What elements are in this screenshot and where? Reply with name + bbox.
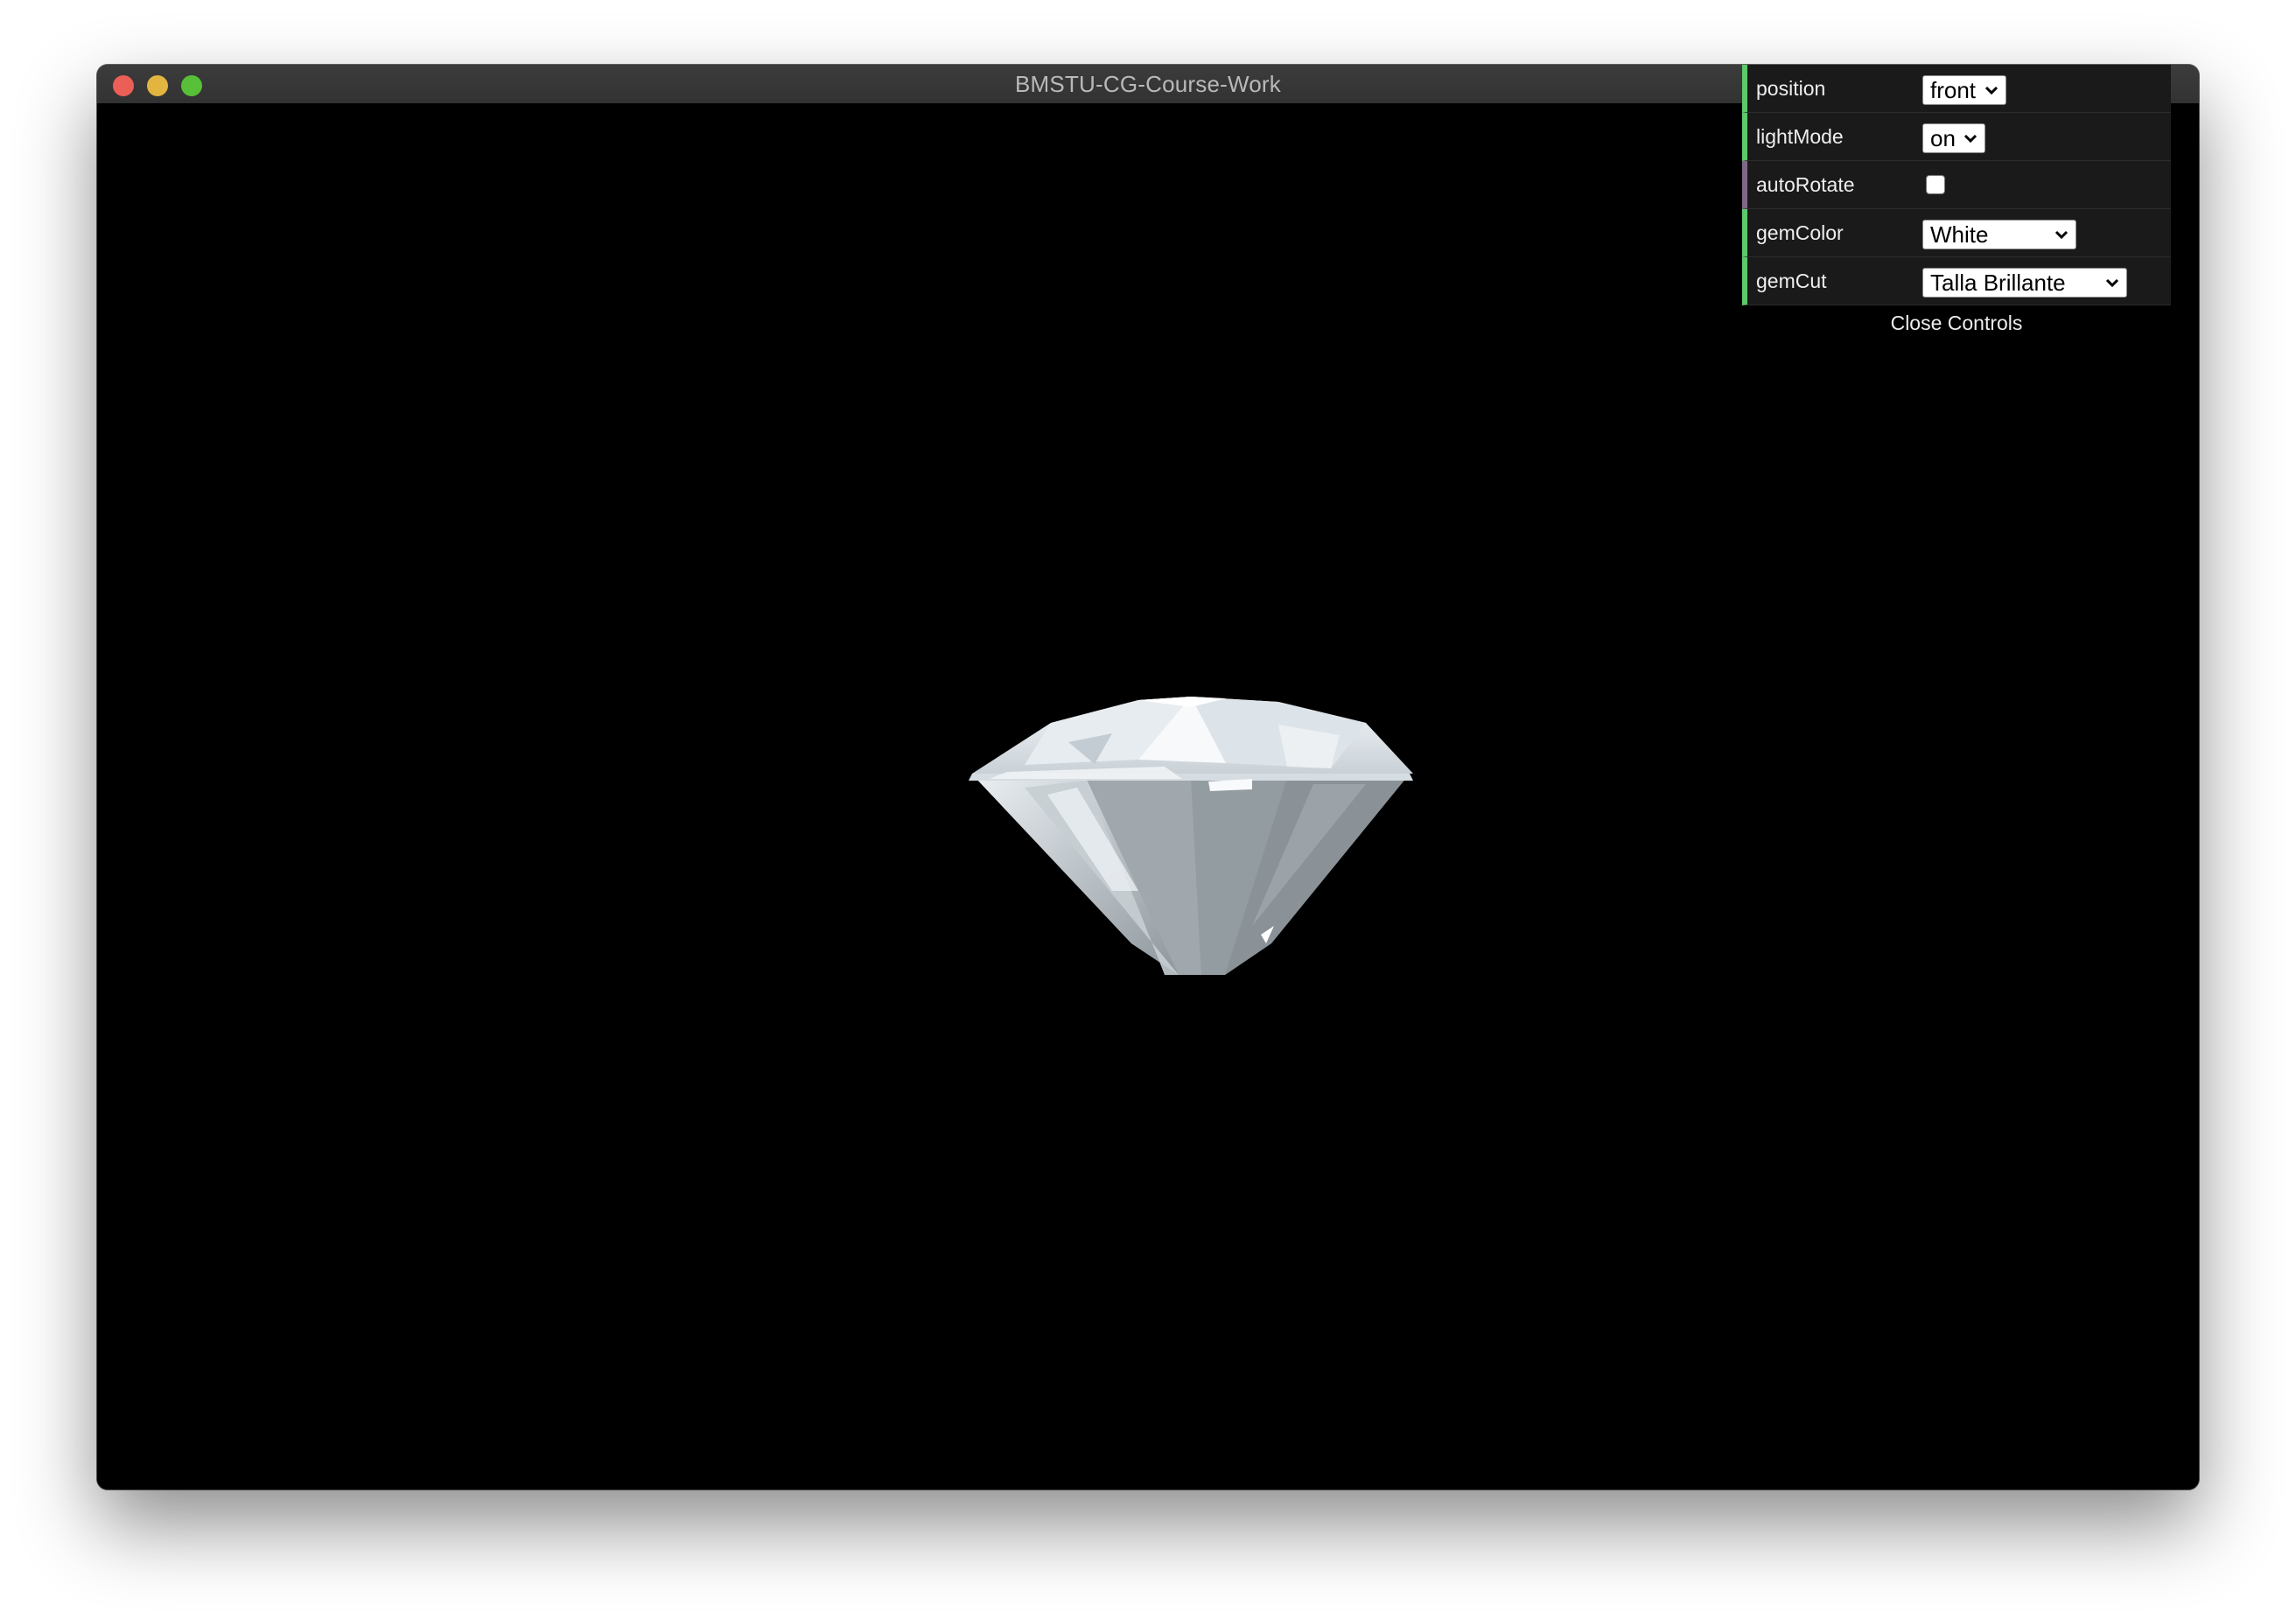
gemcolor-label: gemColor xyxy=(1756,221,1844,244)
diamond-gem xyxy=(969,697,1413,975)
controls-panel: position front lightMode on autoRotate g… xyxy=(1742,65,2171,340)
autorotate-checkbox[interactable] xyxy=(1926,175,1945,194)
chevron-down-icon xyxy=(1984,86,1998,95)
gemcolor-select[interactable]: White xyxy=(1922,220,2076,249)
lightmode-label: lightMode xyxy=(1756,125,1844,148)
position-label: position xyxy=(1756,77,1826,100)
control-row-gemcolor: gemColor White xyxy=(1742,209,2171,257)
gemcut-label: gemCut xyxy=(1756,270,1827,292)
control-row-autorotate: autoRotate xyxy=(1742,161,2171,209)
lightmode-select[interactable]: on xyxy=(1922,123,1985,153)
control-row-lightmode: lightMode on xyxy=(1742,113,2171,161)
control-row-position: position front xyxy=(1742,65,2171,113)
position-value: front xyxy=(1930,76,1977,103)
position-select[interactable]: front xyxy=(1922,75,2006,105)
lightmode-value: on xyxy=(1930,124,1956,151)
autorotate-label: autoRotate xyxy=(1756,173,1855,196)
gemcut-select[interactable]: Talla Brillante xyxy=(1922,268,2127,298)
chevron-down-icon xyxy=(2105,278,2119,288)
close-controls-button[interactable]: Close Controls xyxy=(1742,305,2171,340)
chevron-down-icon xyxy=(2054,230,2068,240)
gemcolor-value: White xyxy=(1930,221,1989,248)
control-row-gemcut: gemCut Talla Brillante xyxy=(1742,257,2171,305)
app-window: BMSTU-CG-Course-Work position front ligh… xyxy=(97,65,2199,1489)
chevron-down-icon xyxy=(1964,134,1978,144)
gemcut-value: Talla Brillante xyxy=(1930,269,2066,296)
